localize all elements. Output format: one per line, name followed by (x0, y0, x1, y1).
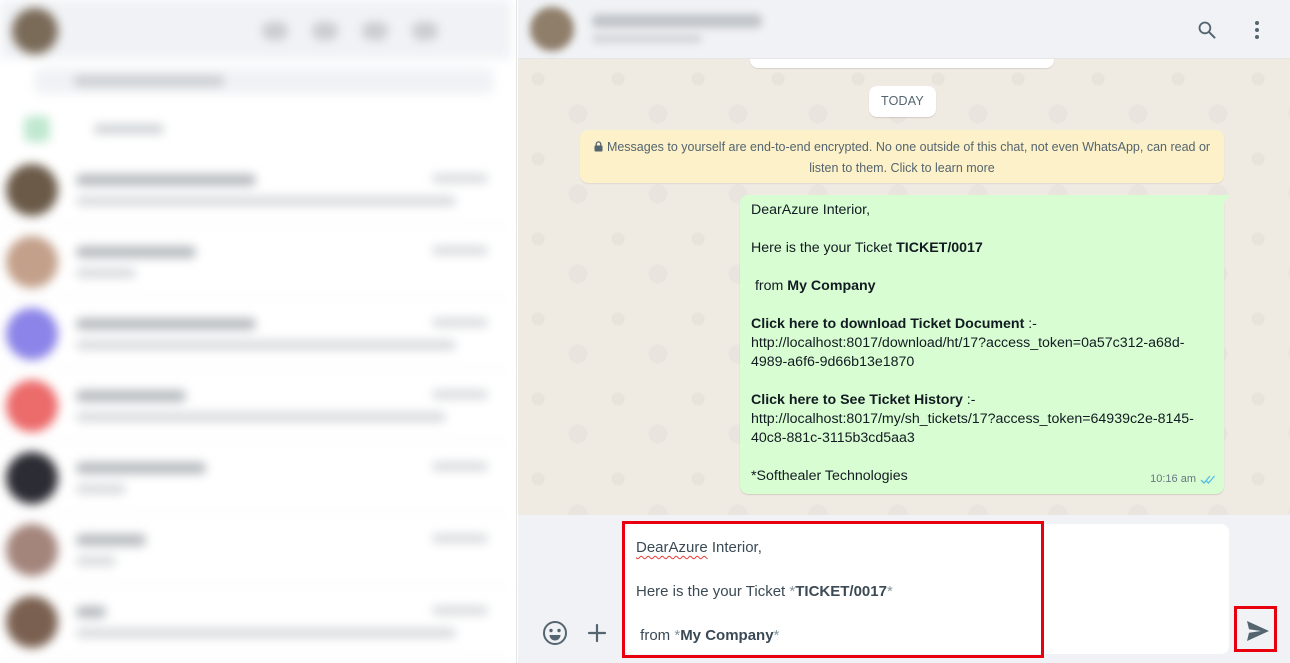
contact-name[interactable] (592, 14, 762, 28)
emoji-icon (543, 621, 567, 645)
history-link[interactable]: http://localhost:8017/my/sh_tickets/17?a… (751, 410, 1214, 429)
channels-icon[interactable] (362, 22, 388, 40)
chat-list-header (0, 0, 511, 59)
search-input[interactable] (34, 68, 494, 94)
avatar[interactable] (530, 7, 574, 51)
search-button[interactable] (1191, 14, 1223, 46)
composer-line-from: from *My Company* (636, 627, 780, 644)
attach-icon (587, 623, 607, 643)
message-area: TODAY Messages to yourself are end-to-en… (518, 59, 1290, 515)
conversation-header (518, 0, 1290, 59)
encryption-notice-text: Messages to yourself are end-to-end encr… (606, 140, 1211, 175)
list-item[interactable] (0, 370, 506, 442)
message-meta: 10:16 am (1150, 470, 1216, 489)
message-greeting: DearAzure Interior, (751, 202, 871, 218)
community-icon[interactable] (262, 22, 288, 40)
previous-message (750, 59, 1054, 68)
download-link-cont[interactable]: 4989-a6f6-9d66b13e1870 (751, 353, 1214, 372)
list-item[interactable] (0, 298, 506, 370)
message-signature: *Softhealer Technologies (751, 468, 908, 484)
composer-line-greeting: DearAzure Interior, (636, 539, 762, 556)
encryption-notice[interactable]: Messages to yourself are end-to-end encr… (580, 130, 1224, 183)
send-icon (1247, 621, 1269, 641)
list-item[interactable] (0, 442, 506, 514)
history-link-cont[interactable]: 40c8-881c-3115b3cd5aa3 (751, 429, 1214, 448)
send-button[interactable] (1238, 611, 1278, 651)
emoji-button[interactable] (540, 618, 570, 648)
message-ticket-line: Here is the your Ticket TICKET/0017 (751, 240, 983, 256)
chat-list-panel (0, 0, 517, 663)
message-input[interactable]: DearAzure Interior, Here is the your Tic… (622, 524, 1229, 654)
outgoing-message[interactable]: DearAzure Interior, Here is the your Tic… (740, 195, 1231, 494)
double-check-icon (1200, 475, 1215, 484)
search-icon (1198, 21, 1216, 39)
company-name: My Company (787, 278, 876, 294)
new-chat-icon[interactable] (412, 22, 438, 40)
attach-button[interactable] (582, 618, 612, 648)
list-item[interactable] (0, 586, 506, 658)
contact-status (592, 34, 702, 43)
message-from-line: from My Company (751, 278, 876, 294)
menu-icon (1255, 21, 1259, 39)
list-item[interactable] (0, 514, 506, 586)
message-download-line: Click here to download Ticket Document :… (751, 316, 1037, 332)
message-time: 10:16 am (1150, 473, 1196, 485)
message-history-line: Click here to See Ticket History :- (751, 392, 976, 408)
composer-bar: DearAzure Interior, Here is the your Tic… (518, 515, 1290, 663)
list-item[interactable] (0, 226, 506, 298)
menu-button[interactable] (1241, 14, 1273, 46)
conversation-panel: TODAY Messages to yourself are end-to-en… (518, 0, 1290, 663)
lock-icon (594, 141, 603, 152)
archived-row[interactable] (14, 112, 494, 150)
avatar[interactable] (12, 8, 58, 54)
ticket-number: TICKET/0017 (896, 240, 983, 256)
misspelled-word: DearAzure (636, 539, 708, 556)
composer-line-ticket: Here is the your Ticket *TICKET/0017* (636, 583, 893, 600)
status-icon[interactable] (312, 22, 338, 40)
list-item[interactable] (0, 154, 506, 226)
download-link[interactable]: http://localhost:8017/download/ht/17?acc… (751, 334, 1214, 353)
date-separator: TODAY (869, 86, 936, 117)
